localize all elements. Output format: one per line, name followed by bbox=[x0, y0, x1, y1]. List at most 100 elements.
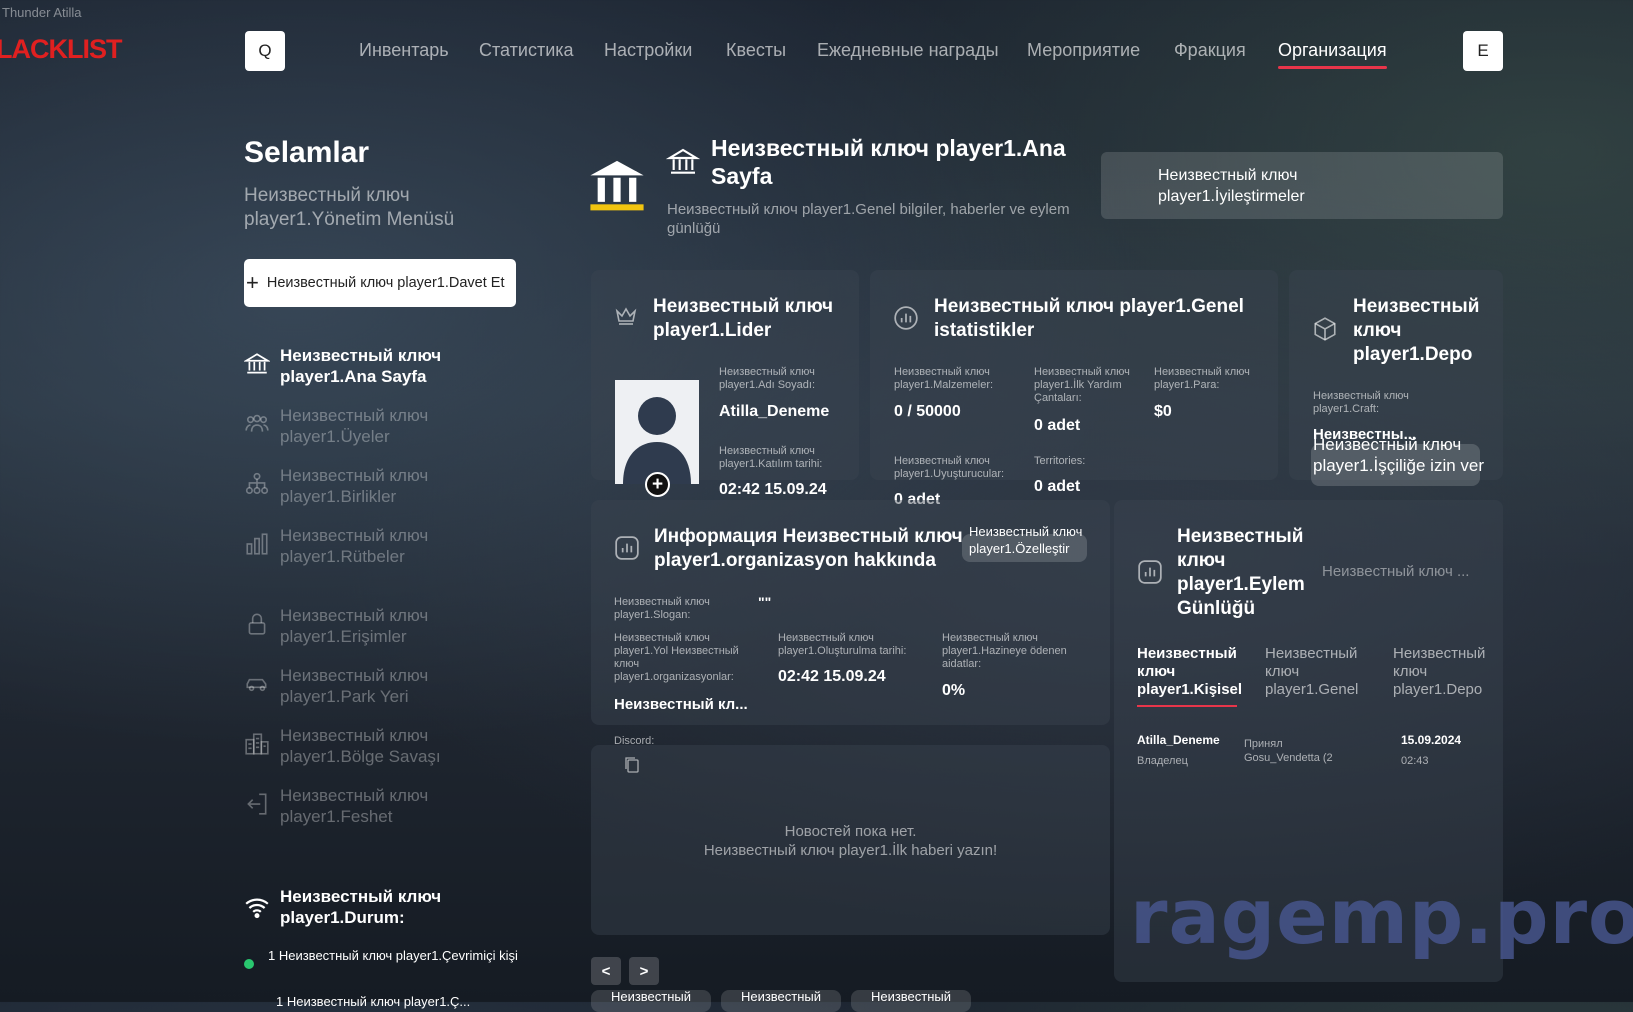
invite-button-label: Неизвестный ключ player1.Davet Et bbox=[266, 275, 505, 291]
path-value: Неизвестный кл... bbox=[614, 696, 748, 713]
path-label: Неизвестный ключ player1.Yol Неизвестный… bbox=[614, 632, 739, 683]
drugs-label: Неизвестный ключ player1.Uyuşturucular: bbox=[894, 455, 1005, 480]
sidebar-item-territory-war[interactable]: Неизвестный ключ player1.Bölge Savaşı bbox=[244, 725, 494, 767]
buildings-icon bbox=[245, 733, 269, 755]
bottom-tab-1[interactable]: Неизвестный bbox=[591, 990, 711, 1012]
nav-organization[interactable]: Организация bbox=[1278, 40, 1387, 69]
greeting-title: Selamlar bbox=[244, 136, 370, 169]
online-status: 1 Неизвестный ключ player1.Çevrimiçi kiş… bbox=[244, 948, 524, 969]
sidebar-item-label: Неизвестный ключ player1.Rütbeler bbox=[280, 526, 429, 566]
money-value: $0 bbox=[1154, 403, 1172, 420]
members-icon bbox=[245, 414, 269, 432]
news-empty-line2: Неизвестный ключ player1.İlk haberi yazı… bbox=[703, 842, 998, 859]
stats-title: Неизвестный ключ player1.Genel istatisti… bbox=[934, 296, 1244, 341]
news-empty: Новостей пока нет. Неизвестный ключ play… bbox=[591, 822, 1110, 860]
wifi-icon bbox=[245, 898, 269, 919]
next-page-label: > bbox=[639, 962, 649, 980]
online-dot bbox=[244, 959, 254, 969]
bottom-tab-2[interactable]: Неизвестный bbox=[721, 990, 841, 1012]
log-entry-date: 15.09.2024 bbox=[1401, 733, 1462, 747]
sidebar-item-units[interactable]: Неизвестный ключ player1.Birlikler bbox=[244, 465, 494, 507]
log-entry-name: Atilla_Deneme bbox=[1137, 733, 1220, 747]
sidebar-item-label: Неизвестный ключ player1.Ana Sayfa bbox=[280, 346, 442, 386]
sidebar-item-ranks[interactable]: Неизвестный ключ player1.Rütbeler bbox=[244, 525, 494, 567]
leader-join-label: Неизвестный ключ player1.Katılım tarihi: bbox=[719, 445, 823, 470]
nav-daily-rewards[interactable]: Ежедневные награды bbox=[817, 40, 999, 61]
sidebar-item-home[interactable]: Неизвестный ключ player1.Ana Sayfa bbox=[244, 345, 494, 387]
sidebar-item-label: Неизвестный ключ player1.Bölge Savaşı bbox=[280, 726, 441, 766]
nav-statistics[interactable]: Статистика bbox=[479, 40, 574, 61]
page-subtitle: Неизвестный ключ player1.Genel bilgiler,… bbox=[667, 201, 1070, 237]
page-title: Неизвестный ключ player1.Ana Sayfa bbox=[711, 135, 1066, 189]
firstaid-label: Неизвестный ключ player1.İlk Yardım Çant… bbox=[1034, 366, 1130, 404]
treasury-label: Неизвестный ключ player1.Hazineye ödenen… bbox=[942, 632, 1067, 670]
sidebar-item-label: Неизвестный ключ player1.Üyeler bbox=[280, 406, 429, 446]
leader-avatar bbox=[615, 380, 699, 484]
sidebar-item-disband[interactable]: Неизвестный ключ player1.Feshet bbox=[244, 785, 494, 827]
search-button[interactable]: Q bbox=[245, 31, 285, 71]
leader-join-date: 02:42 15.09.24 bbox=[719, 481, 827, 498]
leader-name: Atilla_Deneme bbox=[719, 403, 830, 420]
stats-icon bbox=[894, 306, 918, 330]
sidebar-item-members[interactable]: Неизвестный ключ player1.Üyeler bbox=[244, 405, 494, 447]
sidebar-item-label: Неизвестный ключ player1.Erişimler bbox=[280, 606, 429, 646]
nav-event[interactable]: Мероприятие bbox=[1027, 40, 1140, 61]
menu-subtitle: Неизвестный ключ player1.Yönetim Menüsü bbox=[244, 185, 455, 230]
crown-icon bbox=[615, 307, 637, 325]
bar-chart-icon bbox=[246, 533, 268, 555]
log-tab-depot[interactable]: Неизвестный ключ player1.Depo bbox=[1393, 645, 1503, 699]
user-silhouette-icon bbox=[623, 397, 691, 484]
sidebar-item-label: Неизвестный ключ player1.Birlikler bbox=[280, 466, 429, 506]
search-button-label: Q bbox=[258, 41, 272, 60]
money-label: Неизвестный ключ player1.Para: bbox=[1154, 366, 1250, 391]
craft-label: Неизвестный ключ player1.Craft: bbox=[1313, 390, 1409, 415]
logo: LACKLIST bbox=[0, 34, 122, 64]
treasury-value: 0% bbox=[942, 682, 966, 699]
log-filter[interactable]: Неизвестный ключ ... bbox=[1322, 563, 1469, 580]
slogan-value: "" bbox=[758, 594, 772, 610]
improvements-button[interactable]: Неизвестный ключ player1.İyileştirmeler bbox=[1101, 152, 1503, 219]
log-entry-action: Принял bbox=[1244, 738, 1283, 750]
leader-name-label: Неизвестный ключ player1.Adı Soyadı: bbox=[719, 366, 816, 391]
nav-quests[interactable]: Квесты bbox=[726, 40, 786, 61]
organization-bank-icon bbox=[590, 160, 644, 211]
watermark: ragemp.pro bbox=[1130, 872, 1633, 961]
leader-title: Неизвестный ключ player1.Lider bbox=[653, 296, 834, 341]
exit-door-icon bbox=[247, 793, 267, 815]
status-title: Неизвестный ключ player1.Durum: bbox=[280, 887, 442, 927]
nav-settings[interactable]: Настройки bbox=[604, 40, 692, 61]
log-tab-personal[interactable]: Неизвестный ключ player1.Kişisel bbox=[1137, 645, 1247, 707]
materials-value: 0 / 50000 bbox=[894, 403, 961, 420]
created-label: Неизвестный ключ player1.Oluşturulma tar… bbox=[778, 632, 907, 657]
prev-page-button[interactable]: < bbox=[591, 957, 621, 985]
status-section: Неизвестный ключ player1.Durum: bbox=[244, 886, 470, 928]
box-icon bbox=[1314, 317, 1336, 341]
territories-value: 0 adet bbox=[1034, 478, 1081, 495]
sidebar-item-parking[interactable]: Неизвестный ключ player1.Park Yeri bbox=[244, 665, 494, 707]
copy-icon[interactable] bbox=[624, 756, 640, 774]
invite-button[interactable]: + Неизвестный ключ player1.Davet Et bbox=[244, 259, 516, 307]
nav-faction[interactable]: Фракция bbox=[1174, 40, 1246, 61]
log-title: Неизвестный ключ player1.Eylem Günlüğü bbox=[1177, 526, 1305, 619]
discord-label: Discord: bbox=[614, 735, 655, 747]
window-title: Thunder Atilla bbox=[2, 5, 82, 20]
hierarchy-icon bbox=[245, 472, 269, 495]
materials-label: Неизвестный ключ player1.Malzemeler: bbox=[894, 366, 994, 391]
bottom-tab-3[interactable]: Неизвестный bbox=[851, 990, 971, 1012]
next-page-button[interactable]: > bbox=[629, 957, 659, 985]
title-bank-icon bbox=[666, 148, 700, 174]
slogan-label: Неизвестный ключ player1.Slogan: bbox=[614, 596, 710, 621]
close-button[interactable]: E bbox=[1463, 31, 1503, 71]
nav-inventory[interactable]: Инвентарь bbox=[359, 40, 449, 61]
avatar-add-button[interactable]: + bbox=[645, 472, 670, 497]
territories-label: Territories: bbox=[1034, 455, 1086, 467]
car-icon bbox=[246, 678, 267, 692]
sidebar-item-access[interactable]: Неизвестный ключ player1.Erişimler bbox=[244, 605, 494, 647]
created-value: 02:42 15.09.24 bbox=[778, 668, 886, 685]
online-count: 1 Неизвестный ключ player1.Çevrimiçi kiş… bbox=[268, 948, 518, 963]
log-tab-general[interactable]: Неизвестный ключ player1.Genel bbox=[1265, 645, 1375, 699]
log-entry-target: Gosu_Vendetta (2 bbox=[1244, 752, 1333, 764]
customize-label: Неизвестный ключ player1.Özelleştir bbox=[969, 524, 1083, 556]
plus-icon: + bbox=[651, 473, 664, 495]
sidebar-item-label: Неизвестный ключ player1.Feshet bbox=[280, 786, 429, 826]
